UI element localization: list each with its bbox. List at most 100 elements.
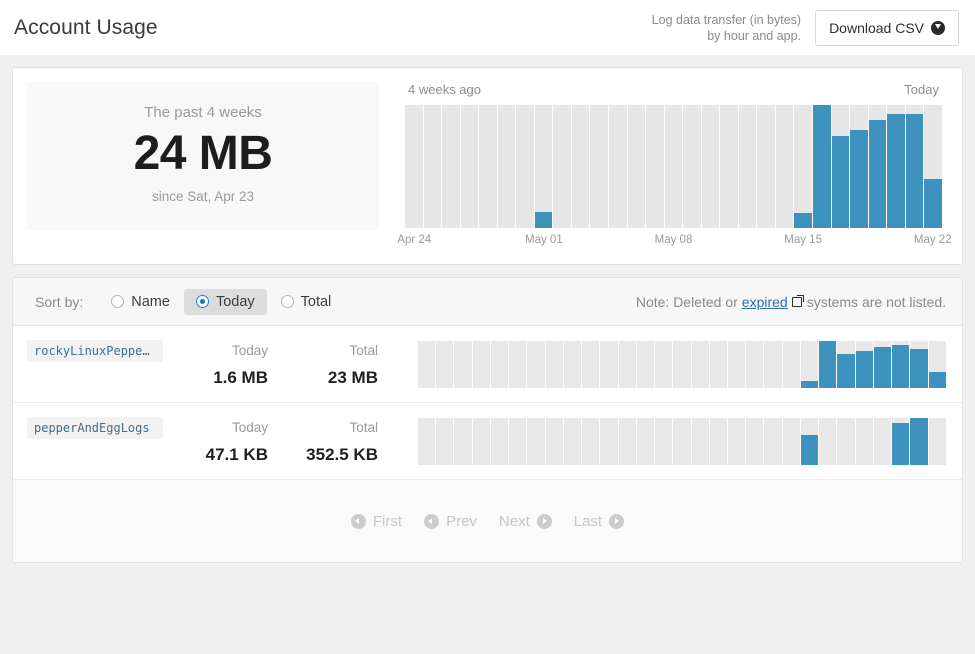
chart-bar[interactable] <box>775 105 794 228</box>
chart-bar[interactable] <box>479 105 497 228</box>
chart-bar[interactable] <box>738 105 757 228</box>
sort-option-today[interactable]: Today <box>183 288 267 315</box>
sparkline-bar[interactable] <box>910 417 928 465</box>
sparkline-bar[interactable] <box>800 417 819 465</box>
sparkline-bar[interactable] <box>782 417 800 465</box>
sparkline-bar[interactable] <box>782 340 800 388</box>
sparkline-bar[interactable] <box>727 417 746 465</box>
sparkline-bar[interactable] <box>545 417 563 465</box>
chart-bar[interactable] <box>887 105 905 228</box>
sparkline-bar[interactable] <box>655 340 673 388</box>
sparkline-bar[interactable] <box>563 340 582 388</box>
chart-bar[interactable] <box>553 105 571 228</box>
chart-bar[interactable] <box>571 105 590 228</box>
sparkline-bar[interactable] <box>819 340 837 388</box>
sparkline-bar[interactable] <box>454 417 472 465</box>
sparkline-bar[interactable] <box>454 340 472 388</box>
sparkline-bar[interactable] <box>436 340 454 388</box>
chart-bar[interactable] <box>627 105 646 228</box>
sparkline-bar[interactable] <box>892 340 910 388</box>
chart-bar[interactable] <box>609 105 627 228</box>
expired-link[interactable]: expired <box>742 294 788 310</box>
chart-bar[interactable] <box>683 105 701 228</box>
chart-bar[interactable] <box>720 105 738 228</box>
sparkline-bar[interactable] <box>727 340 746 388</box>
sparkline-bar[interactable] <box>582 340 600 388</box>
sort-option-total[interactable]: Total <box>269 289 344 315</box>
sparkline-bar[interactable] <box>819 417 837 465</box>
sparkline-bar[interactable] <box>509 340 527 388</box>
sparkline-bar[interactable] <box>873 340 892 388</box>
sparkline-bar[interactable] <box>472 417 490 465</box>
chart-bar[interactable] <box>516 105 534 228</box>
sparkline-bar[interactable] <box>472 340 490 388</box>
sparkline-bar[interactable] <box>563 417 582 465</box>
sparkline-bar[interactable] <box>545 340 563 388</box>
pagination-first-button[interactable]: First <box>350 513 402 530</box>
sparkline-bar[interactable] <box>418 417 436 465</box>
sparkline-bar[interactable] <box>928 417 946 465</box>
sparkline-bar[interactable] <box>490 417 509 465</box>
sparkline-bar[interactable] <box>800 340 819 388</box>
chart-bar[interactable] <box>646 105 664 228</box>
sparkline-bar[interactable] <box>855 417 873 465</box>
pagination-last-button[interactable]: Last <box>574 513 625 530</box>
sparkline-bar[interactable] <box>855 340 873 388</box>
sparkline-bar[interactable] <box>709 417 727 465</box>
radio-icon[interactable] <box>111 295 125 308</box>
chart-bar[interactable] <box>442 105 460 228</box>
pagination-next-button[interactable]: Next <box>499 513 552 530</box>
download-csv-button[interactable]: Download CSV <box>815 9 959 46</box>
sparkline-bar[interactable] <box>673 417 691 465</box>
system-name[interactable]: pepperAndEggLogs <box>27 417 163 439</box>
sparkline-bar[interactable] <box>746 340 764 388</box>
chart-bar[interactable] <box>757 105 775 228</box>
sparkline-bar[interactable] <box>618 417 636 465</box>
chart-bar[interactable] <box>850 105 868 228</box>
sparkline-bar[interactable] <box>418 340 436 388</box>
radio-icon[interactable] <box>280 295 294 308</box>
chart-bar[interactable] <box>534 105 553 228</box>
pagination-prev-button[interactable]: Prev <box>424 513 477 530</box>
sparkline-bar[interactable] <box>873 417 892 465</box>
chart-bar[interactable] <box>924 105 942 228</box>
sparkline-bar[interactable] <box>490 340 509 388</box>
chart-bar[interactable] <box>405 105 423 228</box>
chart-bar[interactable] <box>868 105 887 228</box>
sparkline-bar[interactable] <box>582 417 600 465</box>
chart-bar[interactable] <box>831 105 850 228</box>
chart-bar[interactable] <box>794 105 813 228</box>
chart-bar[interactable] <box>590 105 609 228</box>
chart-bar[interactable] <box>423 105 442 228</box>
sparkline-bar[interactable] <box>691 417 709 465</box>
sparkline-bar[interactable] <box>673 340 691 388</box>
sparkline-bar[interactable] <box>509 417 527 465</box>
sparkline-bar[interactable] <box>527 340 545 388</box>
chart-bar[interactable] <box>497 105 516 228</box>
sparkline-bar[interactable] <box>764 340 782 388</box>
sparkline-bar[interactable] <box>655 417 673 465</box>
system-name[interactable]: rockyLinuxPepperA... <box>27 340 163 362</box>
sparkline-bar[interactable] <box>600 340 618 388</box>
sort-option-name[interactable]: Name <box>99 289 182 315</box>
radio-icon[interactable] <box>195 295 209 308</box>
chart-bar[interactable] <box>813 105 831 228</box>
table-row[interactable]: rockyLinuxPepperA... Today Total 1.6 MB 23 M… <box>13 326 962 403</box>
chart-bar[interactable] <box>905 105 924 228</box>
sparkline-bar[interactable] <box>910 340 928 388</box>
sparkline-bar[interactable] <box>837 417 855 465</box>
sparkline-bar[interactable] <box>691 340 709 388</box>
pagination[interactable]: First Prev Next Last <box>13 480 962 562</box>
sparkline-bar[interactable] <box>636 340 655 388</box>
chart-bar[interactable] <box>664 105 683 228</box>
table-row[interactable]: pepperAndEggLogs Today Total 47.1 KB 352.5 K… <box>13 403 962 480</box>
sort-radio-group[interactable]: Name Today Total <box>99 288 344 315</box>
sparkline-bar[interactable] <box>636 417 655 465</box>
sparkline-bar[interactable] <box>764 417 782 465</box>
chart-bar[interactable] <box>460 105 479 228</box>
sparkline-bar[interactable] <box>746 417 764 465</box>
sparkline-bar[interactable] <box>709 340 727 388</box>
sparkline-bar[interactable] <box>618 340 636 388</box>
sparkline-bar[interactable] <box>928 340 946 388</box>
chart-bar[interactable] <box>701 105 720 228</box>
